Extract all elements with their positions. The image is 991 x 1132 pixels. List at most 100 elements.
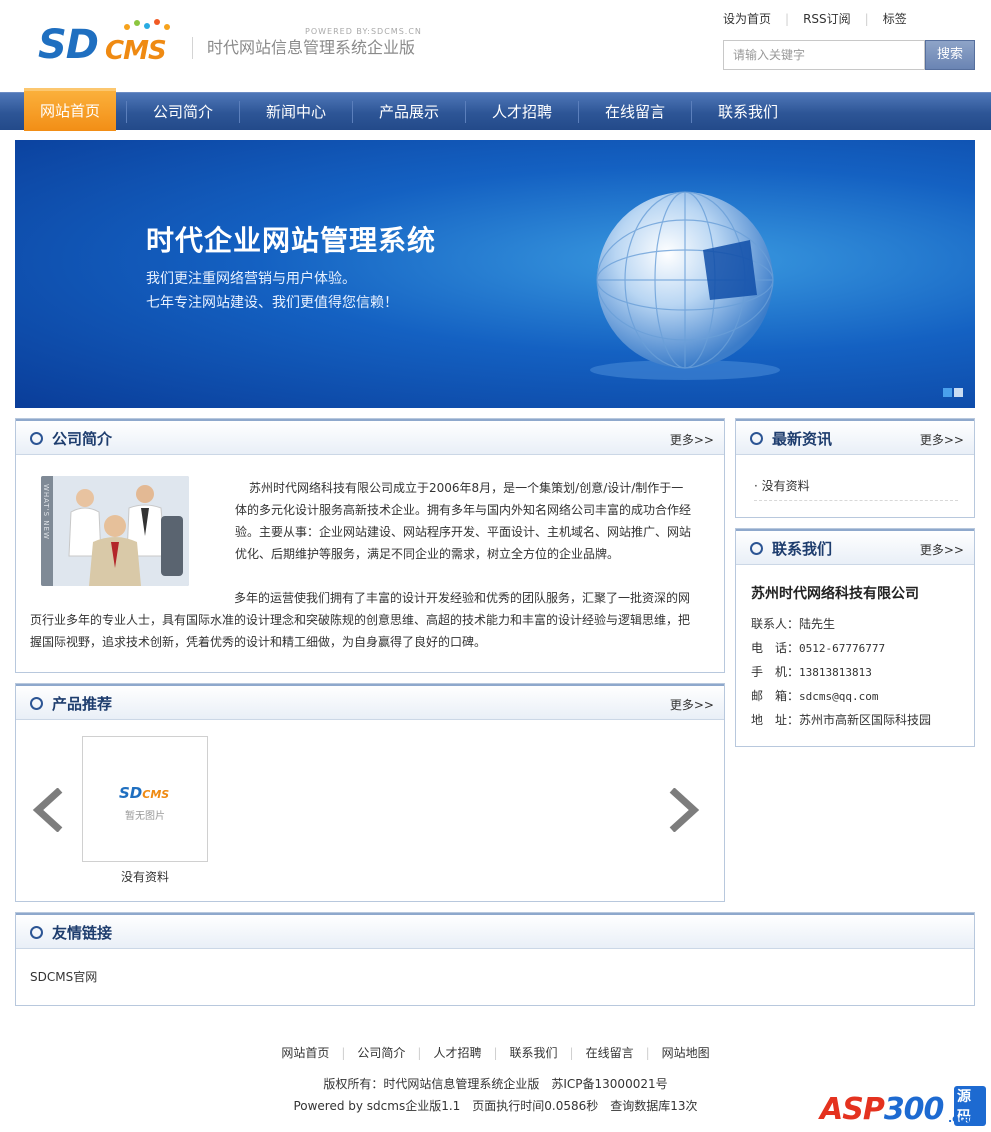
footer-separator: |	[645, 1046, 650, 1060]
products-header: 产品推荐 更多>>	[16, 684, 724, 720]
nav-item-home[interactable]: 网站首页	[24, 91, 116, 131]
footer-separator: |	[417, 1046, 422, 1060]
nav-item-products[interactable]: 产品展示	[353, 93, 465, 131]
contact-row-phone: 电 话：0512-67776777	[751, 639, 885, 656]
watermark-asp: ASP	[820, 1092, 885, 1127]
product-caption[interactable]: 没有资料	[82, 868, 208, 885]
contact-label: 联系人：	[751, 617, 800, 631]
about-body: 苏州时代网络科技有限公司成立于2006年8月，是一个集策划/创意/设计/制作于一…	[30, 477, 692, 653]
banner-dot-active[interactable]	[943, 388, 952, 397]
about-more-link[interactable]: 更多>>	[670, 431, 714, 448]
contact-value: 13813813813	[799, 666, 872, 679]
friend-link-item[interactable]: SDCMS官网	[30, 968, 97, 985]
contact-row-mobile: 手 机：13813813813	[751, 663, 872, 680]
footer-link-jobs[interactable]: 人才招聘	[433, 1044, 481, 1061]
circle-bullet-icon	[30, 926, 43, 939]
about-section: 公司简介 更多>> WHAT'S NEW 苏州时代网络科技有限公司成立于2006…	[15, 418, 725, 673]
product-thumbnail[interactable]: SDCMS 暂无图片	[82, 736, 208, 862]
footer-link-sitemap[interactable]: 网站地图	[662, 1044, 710, 1061]
footer-separator: |	[493, 1046, 498, 1060]
news-title: 最新资讯	[772, 430, 833, 448]
about-title: 公司简介	[52, 430, 113, 448]
site-logo[interactable]: SD CMS	[38, 18, 188, 76]
contact-label: 邮 箱：	[751, 689, 800, 703]
rss-link[interactable]: RSS订阅	[803, 10, 851, 28]
footer-link-contact[interactable]: 联系我们	[510, 1044, 558, 1061]
contact-row-address: 地 址：苏州市高新区国际科技园	[751, 711, 931, 728]
contact-header: 联系我们 更多>>	[736, 529, 974, 565]
footer-separator: |	[341, 1046, 346, 1060]
links-header: 友情链接	[16, 913, 974, 949]
circle-bullet-icon	[750, 432, 763, 445]
nav-item-contact[interactable]: 联系我们	[692, 93, 804, 131]
footer-link-home[interactable]: 网站首页	[281, 1044, 329, 1061]
circle-bullet-icon	[30, 432, 43, 445]
friend-links-section: 友情链接 SDCMS官网	[15, 912, 975, 1006]
products-more-link[interactable]: 更多>>	[670, 696, 714, 713]
next-arrow-icon[interactable]	[668, 788, 702, 832]
main-nav: 网站首页 公司简介 新闻中心 产品展示 人才招聘 在线留言 联系我们	[0, 91, 991, 131]
banner-subtitle-1: 我们更注重网络营销与用户体验。	[146, 271, 356, 287]
watermark-com: .com	[948, 1112, 978, 1125]
thumb-logo-cms: CMS	[142, 788, 170, 801]
links-title: 友情链接	[52, 924, 113, 942]
contact-section: 联系我们 更多>> 苏州时代网络科技有限公司 联系人：陆先生 电 话：0512-…	[735, 528, 975, 747]
prev-arrow-icon[interactable]	[30, 788, 64, 832]
banner-title: 时代企业网站管理系统	[146, 224, 437, 257]
footer-link-guestbook[interactable]: 在线留言	[586, 1044, 634, 1061]
globe-graphic	[590, 191, 780, 380]
top-link-separator: |	[864, 12, 869, 26]
set-homepage-link[interactable]: 设为首页	[723, 10, 771, 28]
contact-title: 联系我们	[772, 540, 833, 558]
contact-label: 手 机：	[751, 665, 800, 679]
products-title: 产品推荐	[52, 695, 113, 713]
footer-link-about[interactable]: 公司简介	[357, 1044, 405, 1061]
top-link-separator: |	[785, 12, 790, 26]
contact-body: 苏州时代网络科技有限公司 联系人：陆先生 电 话：0512-67776777 手…	[736, 567, 974, 746]
contact-label: 地 址：	[751, 713, 800, 727]
no-image-text: 暂无图片	[125, 811, 165, 822]
powered-label: POWERED BY:SDCMS.CN	[305, 27, 422, 36]
circle-bullet-icon	[750, 542, 763, 555]
about-paragraph-1: 苏州时代网络科技有限公司成立于2006年8月，是一个集策划/创意/设计/制作于一…	[235, 481, 692, 561]
contact-label: 电 话：	[751, 641, 800, 655]
news-header: 最新资讯 更多>>	[736, 419, 974, 455]
contact-value: 陆先生	[799, 617, 836, 631]
products-section: 产品推荐 更多>> SDCMS 暂无图片 没有资料	[15, 683, 725, 902]
news-more-link[interactable]: 更多>>	[920, 431, 964, 448]
about-header: 公司简介 更多>>	[16, 419, 724, 455]
logo-sd-text: SD	[38, 22, 99, 68]
hero-banner[interactable]: 时代企业网站管理系统 我们更注重网络营销与用户体验。 七年专注网站建设、我们更值…	[15, 140, 975, 408]
tags-link[interactable]: 标签	[883, 10, 907, 28]
thumb-logo: SDCMS	[119, 784, 169, 802]
banner-dot[interactable]	[954, 388, 963, 397]
footer-separator: |	[569, 1046, 574, 1060]
asp300-watermark-logo: ASP300 源码 .com	[818, 1080, 986, 1128]
search-input[interactable]: 请输入关键字	[723, 40, 925, 70]
nav-item-jobs[interactable]: 人才招聘	[466, 93, 578, 131]
banner-pager	[941, 386, 963, 400]
watermark-num: 300	[883, 1092, 945, 1127]
contact-value: 苏州市高新区国际科技园	[799, 713, 932, 727]
banner-subtitle-2: 七年专注网站建设、我们更值得您信赖！	[146, 295, 398, 311]
logo-cms-text: CMS	[105, 36, 167, 66]
nav-item-about[interactable]: 公司简介	[127, 93, 239, 131]
about-paragraph-2: 多年的运营使我们拥有了丰富的设计开发经验和优秀的团队服务，汇聚了一批资深的网页行…	[30, 591, 691, 649]
contact-row-email: 邮 箱：sdcms@qq.com	[751, 687, 879, 704]
news-list-item[interactable]: · 没有资料	[754, 477, 958, 501]
circle-bullet-icon	[30, 697, 43, 710]
top-links: 设为首页 | RSS订阅 | 标签	[723, 10, 907, 28]
contact-row-person: 联系人：陆先生	[751, 615, 835, 632]
news-section: 最新资讯 更多>> · 没有资料	[735, 418, 975, 518]
site-tagline: 时代网站信息管理系统企业版	[192, 37, 415, 59]
contact-value[interactable]: sdcms@qq.com	[799, 690, 878, 703]
contact-more-link[interactable]: 更多>>	[920, 541, 964, 558]
contact-company: 苏州时代网络科技有限公司	[751, 586, 919, 602]
nav-item-guestbook[interactable]: 在线留言	[579, 93, 691, 131]
search-button[interactable]: 搜索	[925, 40, 975, 70]
nav-item-news[interactable]: 新闻中心	[240, 93, 352, 131]
logo-decoration	[120, 18, 180, 32]
watermark-text: ASP300	[820, 1092, 945, 1127]
contact-value: 0512-67776777	[799, 642, 886, 655]
thumb-logo-sd: SD	[119, 784, 143, 802]
